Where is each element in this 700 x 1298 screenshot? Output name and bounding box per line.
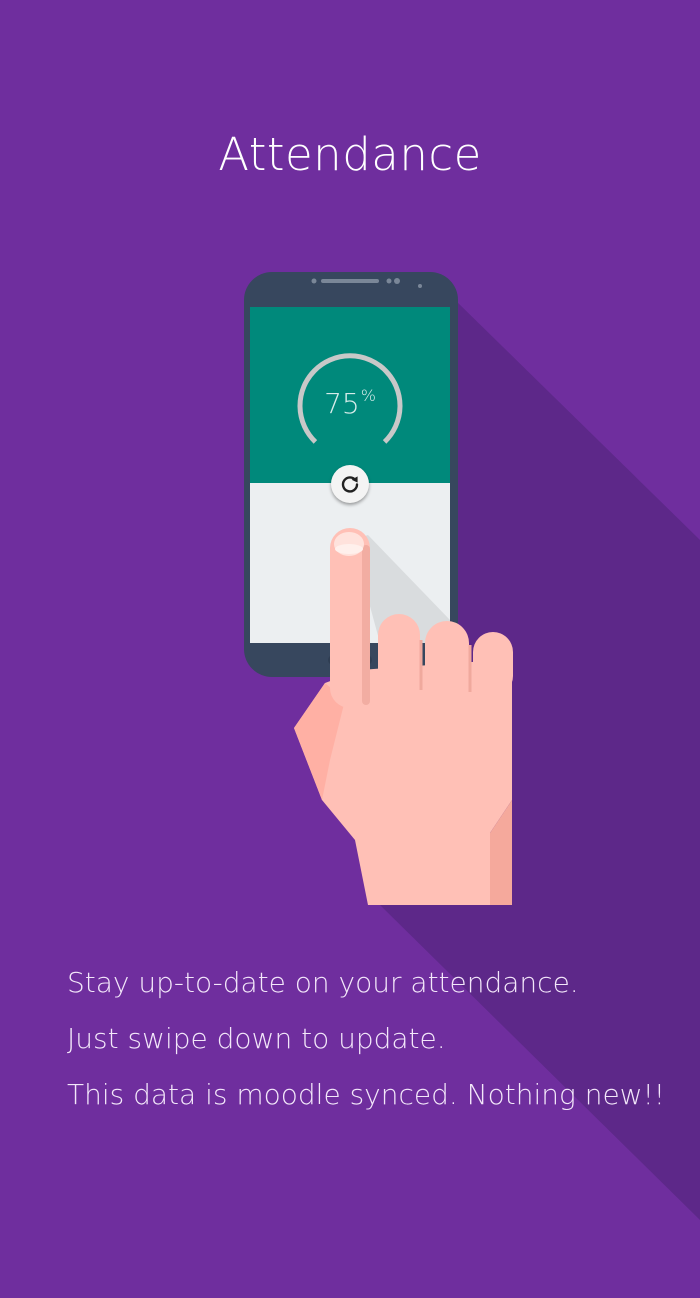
description-line-2: Just swipe down to update. bbox=[67, 1022, 446, 1055]
refresh-icon bbox=[341, 476, 359, 493]
phone-speaker bbox=[321, 279, 379, 283]
description-line-1: Stay up-to-date on your attendance. bbox=[67, 966, 579, 999]
description-line-3: This data is moodle synced. Nothing new!… bbox=[67, 1078, 666, 1111]
attendance-percentage: 75% bbox=[300, 386, 400, 420]
percent-symbol: % bbox=[360, 386, 376, 405]
attendance-value: 75 bbox=[324, 387, 360, 420]
onboarding-screen: Attendance 75% Stay up-to-date on your a… bbox=[0, 0, 700, 1298]
refresh-button[interactable] bbox=[331, 465, 369, 503]
